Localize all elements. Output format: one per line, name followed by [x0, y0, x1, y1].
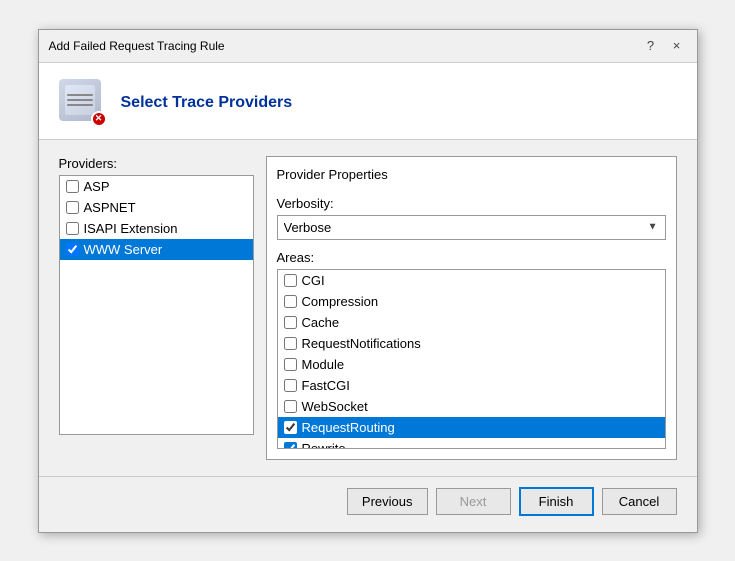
- area-label-requestnotifications: RequestNotifications: [302, 336, 421, 351]
- folder-line-1: [67, 94, 93, 96]
- verbosity-select[interactable]: VerboseWarningErrorCritical Error: [277, 215, 666, 240]
- area-item-compression[interactable]: Compression: [278, 291, 665, 312]
- areas-section: Areas: CGI Compression Cache RequestNotific…: [277, 250, 666, 449]
- provider-checkbox-asp[interactable]: [66, 180, 79, 193]
- area-label-cgi: CGI: [302, 273, 325, 288]
- verbosity-section: Verbosity: VerboseWarningErrorCritical E…: [277, 196, 666, 240]
- area-checkbox-compression[interactable]: [284, 295, 297, 308]
- providers-panel: Providers: ASP ASPNET ISAPI Extension WWW S…: [59, 156, 254, 460]
- next-button[interactable]: Next: [436, 488, 511, 515]
- area-item-requestnotifications[interactable]: RequestNotifications: [278, 333, 665, 354]
- area-label-websocket: WebSocket: [302, 399, 368, 414]
- area-label-cache: Cache: [302, 315, 340, 330]
- folder-line-3: [67, 104, 93, 106]
- area-label-rewrite: Rewrite: [302, 441, 346, 449]
- footer: Previous Next Finish Cancel: [39, 476, 697, 532]
- provider-checkbox-aspnet[interactable]: [66, 201, 79, 214]
- provider-label-aspnet: ASPNET: [84, 200, 136, 215]
- header-icon: ✕: [59, 79, 107, 127]
- main-panel: Providers: ASP ASPNET ISAPI Extension WWW S…: [59, 156, 677, 460]
- provider-label-isapi: ISAPI Extension: [84, 221, 178, 236]
- area-label-compression: Compression: [302, 294, 379, 309]
- help-button[interactable]: ?: [641, 36, 661, 56]
- properties-panel: Provider Properties Verbosity: VerboseWa…: [266, 156, 677, 460]
- provider-label-asp: ASP: [84, 179, 110, 194]
- title-bar-controls: ? ×: [641, 36, 687, 56]
- area-checkbox-requestrouting[interactable]: [284, 421, 297, 434]
- area-label-module: Module: [302, 357, 345, 372]
- area-checkbox-fastcgi[interactable]: [284, 379, 297, 392]
- provider-label-www: WWW Server: [84, 242, 163, 257]
- provider-item-www[interactable]: WWW Server: [60, 239, 253, 260]
- content-area: Providers: ASP ASPNET ISAPI Extension WWW S…: [39, 140, 697, 476]
- provider-item-isapi[interactable]: ISAPI Extension: [60, 218, 253, 239]
- area-checkbox-websocket[interactable]: [284, 400, 297, 413]
- area-checkbox-module[interactable]: [284, 358, 297, 371]
- area-item-rewrite[interactable]: Rewrite: [278, 438, 665, 449]
- area-item-fastcgi[interactable]: FastCGI: [278, 375, 665, 396]
- header-title: Select Trace Providers: [121, 94, 293, 112]
- area-item-cgi[interactable]: CGI: [278, 270, 665, 291]
- area-item-requestrouting[interactable]: RequestRouting: [278, 417, 665, 438]
- areas-list[interactable]: CGI Compression Cache RequestNotifications M…: [277, 269, 666, 449]
- area-checkbox-requestnotifications[interactable]: [284, 337, 297, 350]
- area-label-requestrouting: RequestRouting: [302, 420, 395, 435]
- area-item-websocket[interactable]: WebSocket: [278, 396, 665, 417]
- area-checkbox-cgi[interactable]: [284, 274, 297, 287]
- dialog-window: Add Failed Request Tracing Rule ? × ✕ Se…: [38, 29, 698, 533]
- dialog-title: Add Failed Request Tracing Rule: [49, 39, 225, 53]
- provider-item-aspnet[interactable]: ASPNET: [60, 197, 253, 218]
- areas-label: Areas:: [277, 250, 666, 265]
- provider-item-asp[interactable]: ASP: [60, 176, 253, 197]
- finish-button[interactable]: Finish: [519, 487, 594, 516]
- verbosity-select-wrapper[interactable]: VerboseWarningErrorCritical Error: [277, 215, 666, 240]
- properties-title: Provider Properties: [277, 167, 666, 182]
- previous-button[interactable]: Previous: [347, 488, 428, 515]
- folder-line-2: [67, 99, 93, 101]
- area-item-cache[interactable]: Cache: [278, 312, 665, 333]
- cancel-button[interactable]: Cancel: [602, 488, 677, 515]
- header-section: ✕ Select Trace Providers: [39, 63, 697, 140]
- area-checkbox-rewrite[interactable]: [284, 442, 297, 449]
- verbosity-label: Verbosity:: [277, 196, 666, 211]
- area-item-module[interactable]: Module: [278, 354, 665, 375]
- error-badge-icon: ✕: [91, 111, 107, 127]
- close-button[interactable]: ×: [667, 36, 687, 56]
- providers-label: Providers:: [59, 156, 254, 171]
- area-checkbox-cache[interactable]: [284, 316, 297, 329]
- provider-checkbox-www[interactable]: [66, 243, 79, 256]
- providers-list[interactable]: ASP ASPNET ISAPI Extension WWW Server: [59, 175, 254, 435]
- provider-checkbox-isapi[interactable]: [66, 222, 79, 235]
- area-label-fastcgi: FastCGI: [302, 378, 350, 393]
- folder-lines: [67, 87, 93, 113]
- title-bar: Add Failed Request Tracing Rule ? ×: [39, 30, 697, 63]
